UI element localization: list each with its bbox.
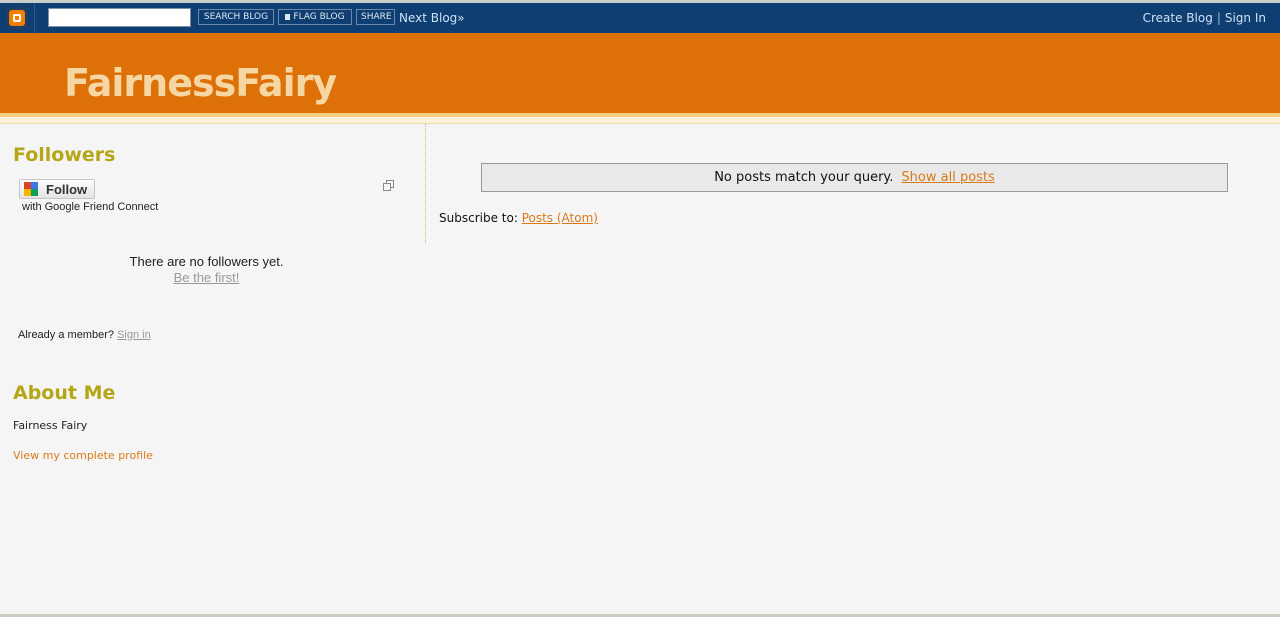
be-first-container: Be the first! [0, 270, 413, 285]
search-blog-button[interactable]: SEARCH BLOG [198, 9, 274, 25]
flag-blog-button[interactable]: FLAG BLOG [278, 9, 352, 25]
follow-button[interactable]: Follow [19, 179, 95, 199]
create-blog-link[interactable]: Create Blog [1143, 11, 1213, 25]
already-member-row: Already a member? Sign in [18, 329, 151, 342]
no-followers-text: There are no followers yet. [129, 254, 284, 269]
popout-icon[interactable] [383, 180, 394, 191]
view-profile-link[interactable]: View my complete profile [13, 449, 153, 462]
flag-icon [285, 14, 291, 20]
follow-button-label: Follow [46, 182, 88, 197]
blogger-logo-icon[interactable] [6, 7, 28, 29]
followers-sign-in-link[interactable]: Sign in [117, 329, 151, 341]
friend-connect-caption: with Google Friend Connect [22, 201, 159, 213]
blogger-navbar: SEARCH BLOG FLAG BLOG SHARE Next Blog» C… [0, 0, 1280, 33]
sign-in-link[interactable]: Sign In [1225, 11, 1266, 25]
blog-header: FairnessFairy [0, 33, 1280, 117]
navbar-divider [34, 3, 35, 33]
posts-atom-link[interactable]: Posts (Atom) [522, 211, 598, 225]
share-button[interactable]: SHARE [356, 9, 395, 25]
google-icon [24, 182, 38, 196]
next-blog-link[interactable]: Next Blog» [399, 11, 465, 25]
navbar-account-links: Create Blog | Sign In [1143, 11, 1266, 25]
subscribe-label: Subscribe to: [439, 211, 518, 225]
followers-heading: Followers [13, 144, 116, 166]
search-input[interactable] [48, 8, 191, 27]
status-message: No posts match your query. [714, 170, 894, 185]
already-member-text: Already a member? [18, 329, 114, 341]
header-bottom-band [0, 117, 1280, 124]
author-name: Fairness Fairy [13, 419, 88, 432]
no-posts-status-box: No posts match your query. Show all posts [481, 163, 1228, 192]
about-me-heading: About Me [13, 382, 116, 404]
blog-title[interactable]: FairnessFairy [64, 60, 337, 106]
navbar-separator: | [1216, 11, 1221, 25]
sidebar-divider [425, 124, 426, 243]
subscribe-row: Subscribe to: Posts (Atom) [439, 211, 598, 226]
show-all-posts-link[interactable]: Show all posts [901, 170, 994, 185]
flag-blog-label: FLAG BLOG [293, 12, 345, 22]
be-first-link[interactable]: Be the first! [174, 270, 240, 285]
